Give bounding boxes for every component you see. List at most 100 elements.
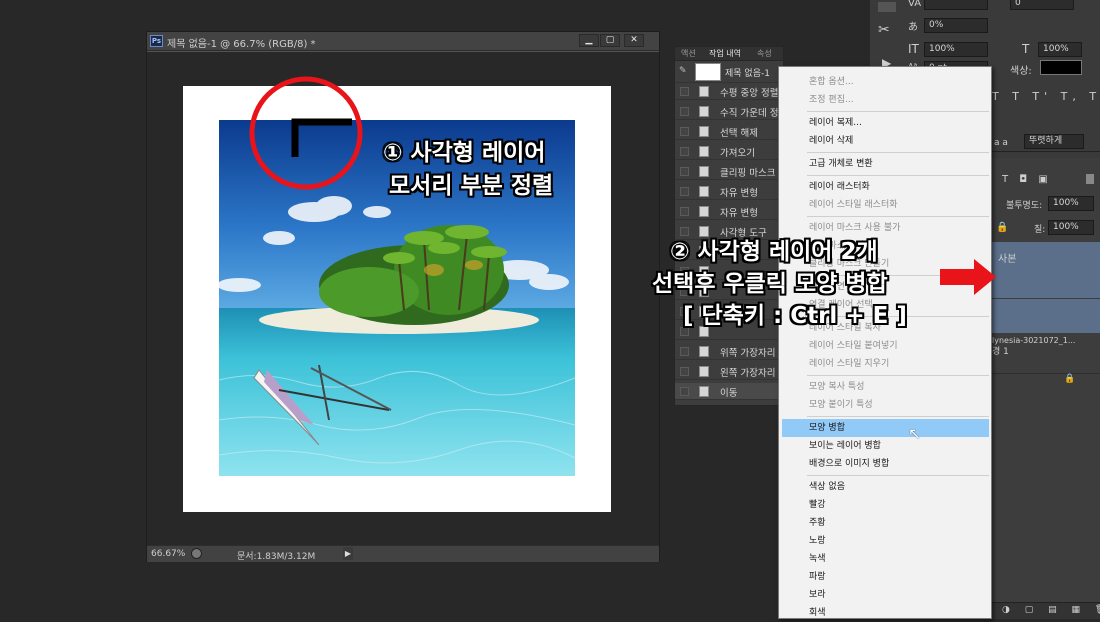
history-checkbox[interactable] [680, 187, 689, 196]
menu-item: 모양 붙이기 특성 [809, 400, 873, 410]
layers-panel: T ◘ ▣ 불투명도: 100% 🔒 칠: 100% 사본 lynesia-30… [990, 158, 1100, 619]
history-item[interactable]: 수평 중앙 정렬 [675, 83, 785, 100]
close-button[interactable]: ✕ [624, 34, 644, 47]
annotation-step1-line2: 모서리 부분 정렬 [389, 173, 554, 199]
type-style-buttons[interactable]: T T T' T, T T [992, 90, 1100, 103]
fill-label: 칠: [1034, 225, 1046, 235]
menu-item[interactable]: 주황 [779, 514, 991, 532]
history-item[interactable]: 이동 [675, 383, 785, 400]
panel-grip[interactable] [878, 2, 896, 12]
menu-item[interactable]: 녹색 [779, 550, 991, 568]
layer-row-selected[interactable]: 사본 [990, 242, 1100, 298]
lock-all-icon[interactable]: 🔒 [996, 222, 1008, 233]
menu-item[interactable]: 노랑 [779, 532, 991, 550]
document-status-bar: 66.67% 문서:1.83M/3.12M ▶ [147, 545, 659, 562]
color-swatch[interactable] [1040, 60, 1082, 75]
history-panel: 액션 작업 내역 속성 ✎ 제목 없음-1 수평 중앙 정렬수직 가운데 정선택… [674, 46, 785, 406]
history-item-label: 이동 [720, 388, 738, 399]
history-item-label: 위쪽 가장자리 [720, 348, 776, 359]
layers-footer-icons[interactable]: ◑ ▢ ▤ ▦ 🗑 [1002, 605, 1100, 615]
menu-item[interactable]: 보이는 레이어 병합 [779, 437, 991, 455]
tab-history[interactable]: 작업 내역 [709, 48, 741, 59]
fill-field[interactable]: 100% [1048, 220, 1094, 235]
history-item[interactable]: 위쪽 가장자리 [675, 343, 785, 360]
antialias-label: a a [994, 138, 1008, 148]
zoom-level[interactable]: 66.67% [151, 549, 185, 559]
history-item-label: 자유 변형 [720, 188, 758, 199]
filter-toggle-icon[interactable] [1086, 174, 1094, 184]
history-checkbox[interactable] [680, 167, 689, 176]
color-label: 색상: [1010, 66, 1032, 77]
layer-name: 사본 [998, 254, 1017, 265]
menu-item: 모양 복사 특성 [809, 382, 865, 392]
red-arrow-icon [940, 259, 996, 295]
opacity-field[interactable]: 100% [1048, 196, 1094, 211]
tab-actions[interactable]: 액션 [681, 48, 696, 59]
snapshot-label: 제목 없음-1 [725, 69, 770, 79]
horizontal-scale-field[interactable]: 100% [1038, 42, 1082, 57]
minimize-button[interactable]: ▁ [579, 34, 599, 47]
menu-separator [807, 475, 989, 476]
layer-row-selected-2[interactable] [990, 299, 1100, 333]
tsume-field[interactable]: 0% [924, 18, 988, 33]
history-item[interactable]: 왼쪽 가장자리 [675, 363, 785, 380]
history-item-label: 자유 변형 [720, 208, 758, 219]
mouse-cursor-icon: ↖ [908, 424, 922, 443]
menu-item[interactable]: 모양 병합 [782, 419, 989, 437]
menu-item[interactable]: 색상 없음 [779, 478, 991, 496]
history-checkbox[interactable] [680, 127, 689, 136]
status-info-icon[interactable] [191, 548, 202, 559]
history-checkbox[interactable] [680, 347, 689, 356]
history-step-icon [699, 106, 709, 117]
tracking-field[interactable]: 0 [1010, 0, 1074, 10]
menu-item: 혼합 옵션... [809, 77, 854, 87]
annotation-step2-line3: [ 단축키 : Ctrl + E ] [683, 303, 907, 329]
vertical-scale-field[interactable]: 100% [924, 42, 988, 57]
history-item[interactable]: 가져오기 [675, 143, 785, 160]
history-step-icon [699, 346, 709, 357]
history-item[interactable]: 수직 가운데 정 [675, 103, 785, 120]
history-item-label: 가져오기 [720, 148, 755, 159]
menu-separator [807, 152, 989, 153]
annotation-step2-line1: ② 사각형 레이어 2개 [670, 239, 878, 265]
history-item[interactable]: 선택 해제 [675, 123, 785, 140]
menu-item[interactable]: 고급 개체로 변환 [779, 155, 991, 173]
history-item[interactable]: 클리핑 마스크 [675, 163, 785, 180]
history-checkbox[interactable] [680, 87, 689, 96]
history-item[interactable]: 자유 변형 [675, 183, 785, 200]
history-item[interactable]: 자유 변형 [675, 203, 785, 220]
history-checkbox[interactable] [680, 107, 689, 116]
menu-separator [807, 111, 989, 112]
layer-filter-icons[interactable]: T ◘ ▣ [1002, 174, 1052, 185]
history-checkbox[interactable] [680, 367, 689, 376]
history-checkbox[interactable] [680, 387, 689, 396]
history-step-icon [699, 146, 709, 157]
red-highlight-circle [249, 76, 363, 190]
menu-item[interactable]: 배경으로 이미지 병합 [779, 455, 991, 473]
layer-row-bg[interactable]: 경 1 🔒 [990, 336, 1100, 384]
kerning-icon: VA [908, 0, 922, 9]
antialias-select[interactable]: 뚜렷하게 [1024, 134, 1084, 149]
menu-item[interactable]: 회색 [779, 604, 991, 622]
history-item-label: 클리핑 마스크 [720, 168, 776, 179]
menu-item: 레이어 스타일 지우기 [809, 359, 890, 369]
status-menu-arrow-icon[interactable]: ▶ [343, 547, 353, 560]
menu-item[interactable]: 레이어 삭제 [779, 132, 991, 150]
menu-item[interactable]: 파랑 [779, 568, 991, 586]
kerning-field[interactable] [924, 0, 988, 10]
menu-item[interactable]: 빨강 [779, 496, 991, 514]
document-titlebar[interactable]: Ps 제목 없음-1 @ 66.7% (RGB/8) * ▁ ▢ ✕ [147, 32, 659, 51]
canvas-area[interactable] [147, 52, 659, 545]
history-step-icon [699, 366, 709, 377]
history-checkbox[interactable] [680, 207, 689, 216]
menu-item[interactable]: 레이어 복제... [779, 114, 991, 132]
maximize-button[interactable]: ▢ [600, 34, 620, 47]
history-snapshot[interactable]: ✎ 제목 없음-1 [675, 61, 785, 83]
menu-item[interactable]: 레이어 래스터화 [779, 178, 991, 196]
menu-separator [807, 175, 989, 176]
scissors-icon[interactable]: ✂ [878, 22, 890, 38]
tab-properties[interactable]: 속성 [757, 48, 772, 59]
layer-name: 경 1 [992, 347, 1009, 357]
menu-item[interactable]: 보라 [779, 586, 991, 604]
history-checkbox[interactable] [680, 147, 689, 156]
